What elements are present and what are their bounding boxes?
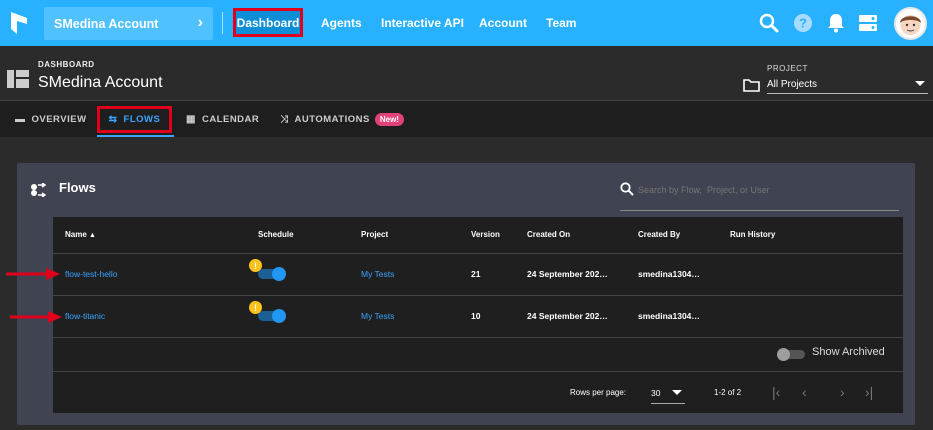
created-on-value: 24 September 202… (527, 311, 608, 321)
svg-text:?: ? (799, 16, 807, 31)
help-icon[interactable]: ? (792, 12, 814, 34)
warning-icon[interactable]: ! (249, 301, 262, 314)
created-on-value: 24 September 202… (527, 269, 608, 279)
sort-ascending-icon: ▲ (89, 232, 96, 239)
nav-team[interactable]: Team (546, 16, 576, 30)
dashboard-icon (7, 70, 29, 88)
top-app-bar: SMedina Account › Dashboard Agents Inter… (0, 0, 933, 46)
column-header-version[interactable]: Version (471, 230, 500, 239)
toggle-knob (272, 309, 286, 323)
table-row[interactable]: flow-titanic ! My Tests 10 24 September … (53, 295, 903, 337)
project-label: PROJECT (767, 64, 808, 73)
show-archived-toggle[interactable] (777, 348, 807, 361)
toggle-knob (272, 267, 286, 281)
tab-automations-label: AUTOMATIONS (294, 114, 370, 125)
calendar-icon: ▦ (186, 114, 196, 125)
nav-agents[interactable]: Agents (321, 16, 362, 30)
active-tab-indicator (97, 135, 174, 137)
flow-name-link[interactable]: flow-test-hello (65, 269, 117, 279)
rows-per-page-select[interactable]: 30 (651, 384, 685, 404)
first-page-icon[interactable]: |‹ (772, 384, 780, 400)
schedule-toggle[interactable]: ! (249, 259, 286, 281)
section-label: DASHBOARD (38, 60, 95, 69)
prefect-logo[interactable] (11, 12, 27, 34)
folder-icon (743, 79, 760, 92)
caret-down-icon (915, 81, 925, 86)
table-footer-divider (53, 337, 903, 371)
page-title: SMedina Account (38, 74, 163, 91)
tab-automations[interactable]: ⤨ AUTOMATIONS New! (280, 101, 404, 138)
nav-dashboard-label: Dashboard (236, 15, 300, 30)
tab-calendar-label: CALENDAR (201, 114, 260, 125)
search-icon (620, 182, 634, 196)
created-by-value: smedina1304… (638, 269, 700, 279)
page-header: DASHBOARD SMedina Account PROJECT All Pr… (0, 46, 933, 100)
search-icon[interactable] (758, 12, 780, 34)
nav-dashboard[interactable]: Dashboard (233, 8, 303, 37)
column-header-project[interactable]: Project (361, 230, 388, 239)
account-switcher-button[interactable]: SMedina Account › (44, 7, 213, 40)
nav-account[interactable]: Account (479, 16, 527, 30)
tab-flows-label: FLOWS (123, 114, 161, 125)
tab-calendar[interactable]: ▦ CALENDAR (186, 101, 259, 138)
flows-title: Flows (59, 180, 96, 195)
toggle-knob (777, 348, 790, 361)
automations-icon: ⤨ (280, 114, 289, 125)
column-header-schedule[interactable]: Schedule (258, 230, 294, 239)
annotation-arrow-icon (10, 311, 62, 323)
new-badge: New! (374, 113, 404, 126)
user-avatar[interactable] (894, 7, 927, 40)
tab-overview-label: OVERVIEW (31, 114, 87, 125)
divider (222, 12, 223, 34)
pagination-range: 1-2 of 2 (714, 388, 742, 397)
column-header-name[interactable]: Name ▲ (65, 230, 96, 239)
project-link[interactable]: My Tests (361, 269, 394, 279)
project-link[interactable]: My Tests (361, 311, 394, 321)
overview-icon: ▬ (15, 114, 26, 125)
account-name: SMedina Account (54, 16, 159, 31)
column-header-run-history: Run History (730, 230, 776, 239)
table-row[interactable]: flow-test-hello ! My Tests 21 24 Septemb… (53, 253, 903, 295)
next-page-icon[interactable]: › (840, 384, 845, 400)
flows-icon (31, 183, 46, 197)
nav-interactive-api[interactable]: Interactive API (381, 16, 464, 30)
flows-icon: ⇆ (108, 114, 118, 125)
notifications-bell-icon[interactable] (825, 12, 847, 34)
last-page-icon[interactable]: ›| (865, 384, 873, 400)
show-archived-label: Show Archived (812, 346, 885, 358)
column-header-created-on[interactable]: Created On (527, 230, 570, 239)
rows-per-page-label: Rows per page: (570, 388, 627, 397)
rows-per-page-value: 30 (651, 388, 661, 398)
project-select[interactable]: All Projects (767, 76, 928, 94)
previous-page-icon[interactable]: ‹ (802, 384, 807, 400)
annotation-arrow-icon (6, 268, 60, 280)
flow-name-link[interactable]: flow-titanic (65, 311, 105, 321)
tab-bar: ▬ OVERVIEW ⇆ FLOWS ▦ CALENDAR ⤨ AUTOMATI… (0, 100, 933, 137)
column-header-name-label: Name (65, 230, 87, 239)
tab-overview[interactable]: ▬ OVERVIEW (15, 101, 87, 138)
created-by-value: smedina1304… (638, 311, 700, 321)
tab-flows[interactable]: ⇆ FLOWS (97, 106, 172, 133)
column-header-created-by[interactable]: Created By (638, 230, 680, 239)
warning-icon[interactable]: ! (249, 259, 262, 272)
schedule-toggle[interactable]: ! (249, 301, 286, 323)
chevron-right-icon: › (197, 14, 203, 31)
version-value: 21 (471, 269, 481, 279)
flow-search-input[interactable] (638, 183, 898, 197)
version-value: 10 (471, 311, 481, 321)
caret-down-icon (672, 390, 682, 395)
project-select-value: All Projects (767, 79, 818, 90)
search-underline (620, 210, 899, 211)
server-status-icon[interactable] (857, 12, 879, 34)
